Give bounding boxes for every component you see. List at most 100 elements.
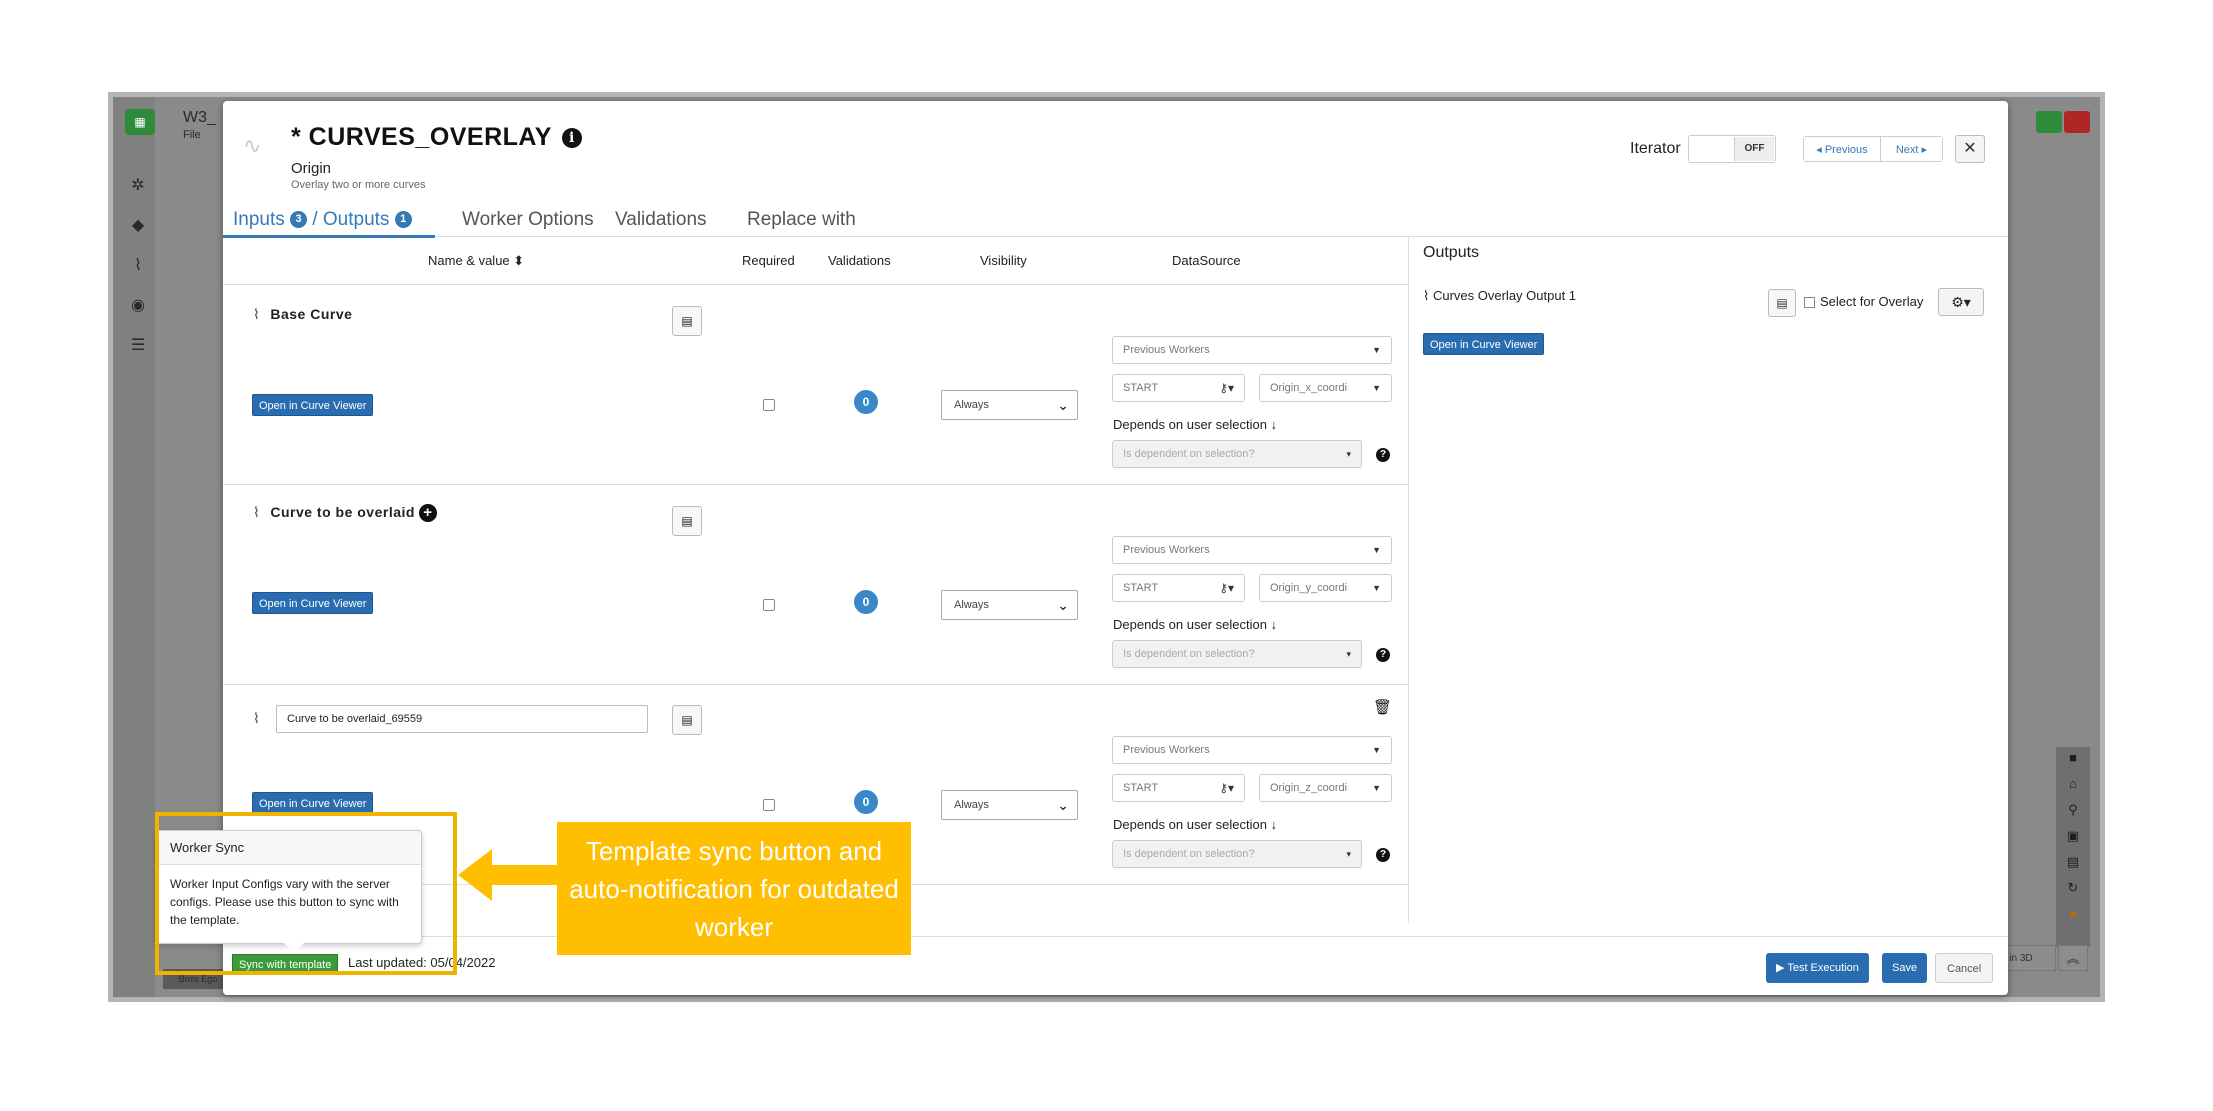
coordinate-label: Origin_y_coordi: [1270, 582, 1348, 594]
visibility-select[interactable]: Always ⌄: [941, 790, 1078, 820]
open-curve-viewer-button[interactable]: Open in Curve Viewer: [252, 394, 374, 416]
line-chart-icon: ⌇: [253, 710, 261, 726]
start-select[interactable]: START ⚷▾: [1112, 374, 1245, 402]
validation-count-badge[interactable]: 0: [854, 590, 878, 614]
start-select[interactable]: START ⚷▾: [1112, 774, 1245, 802]
key-icon: ⚷▾: [1219, 781, 1234, 795]
start-select[interactable]: START ⚷▾: [1112, 574, 1245, 602]
save-button[interactable]: Save: [1882, 953, 1928, 983]
chevron-down-icon: ⌄: [1057, 797, 1069, 813]
coordinate-select[interactable]: Origin_y_coordi ▼: [1259, 574, 1392, 602]
select-for-overlay-checkbox[interactable]: [1804, 297, 1815, 308]
callout-note: Template sync button and auto-notificati…: [557, 822, 911, 955]
open-curve-viewer-button[interactable]: Open in Curve Viewer: [252, 792, 374, 814]
curve-name-input[interactable]: Curve to be overlaid_69559: [276, 705, 648, 733]
dependent-select[interactable]: Is dependent on selection? ▾: [1112, 840, 1362, 868]
info-icon[interactable]: i: [561, 128, 582, 149]
start-label: START: [1123, 382, 1159, 394]
coordinate-select[interactable]: Origin_x_coordi ▼: [1259, 374, 1392, 402]
dependent-select[interactable]: Is dependent on selection? ▾: [1112, 440, 1362, 468]
previous-workers-select[interactable]: Previous Workers ▼: [1112, 736, 1392, 764]
collapse-up-icon: ︽: [2058, 945, 2088, 971]
header-visibility: Visibility: [980, 253, 1027, 268]
coordinate-label: Origin_x_coordi: [1270, 382, 1348, 394]
previous-workers-label: Previous Workers: [1123, 344, 1210, 356]
pin-icon: ⚲: [2068, 802, 2078, 817]
validation-count-badge[interactable]: 0: [854, 390, 878, 414]
previous-button[interactable]: ◂ Previous: [1804, 137, 1881, 161]
chat-icon: ●: [2069, 906, 2077, 921]
depends-on-selection-label: Depends on user selection ↓: [1113, 617, 1277, 632]
help-icon[interactable]: ?: [1376, 848, 1390, 862]
document-button[interactable]: ▤: [672, 506, 702, 536]
row-title-text: Curve to be overlaid: [270, 504, 415, 520]
outputs-count-badge: 1: [394, 211, 412, 229]
plus-circle-icon[interactable]: +: [418, 504, 437, 523]
depends-text: Depends on user selection: [1113, 817, 1267, 832]
visibility-select[interactable]: Always ⌄: [941, 390, 1078, 420]
briefcase-icon: ▣: [2066, 828, 2080, 843]
modal-description: Overlay two or more curves: [291, 179, 426, 191]
sliders-icon: ☰: [130, 337, 146, 354]
coordinate-label: Origin_z_coordi: [1270, 782, 1348, 794]
row-title: ⌇ Base Curve: [253, 306, 352, 323]
dependent-placeholder: Is dependent on selection?: [1123, 848, 1255, 860]
test-execution-button[interactable]: ▶ Test Execution: [1766, 953, 1869, 983]
required-checkbox[interactable]: [763, 399, 775, 411]
row-title-text: Base Curve: [270, 306, 353, 322]
coordinate-select[interactable]: Origin_z_coordi ▼: [1259, 774, 1392, 802]
dependent-select[interactable]: Is dependent on selection? ▾: [1112, 640, 1362, 668]
tab-outputs-label: / Outputs: [312, 209, 390, 230]
iterator-toggle[interactable]: OFF: [1688, 135, 1776, 163]
output-settings-button[interactable]: ⚙▾: [1938, 288, 1984, 316]
previous-workers-select[interactable]: Previous Workers ▼: [1112, 336, 1392, 364]
start-label: START: [1123, 782, 1159, 794]
refresh-icon: ↻: [2067, 880, 2079, 895]
iterator-label: Iterator: [1630, 140, 1681, 157]
output-item-label: Curves Overlay Output 1: [1432, 288, 1577, 303]
line-chart-icon: ⌇: [253, 504, 261, 520]
required-checkbox[interactable]: [763, 799, 775, 811]
required-checkbox[interactable]: [763, 599, 775, 611]
background-app-title: W3_: [183, 109, 216, 126]
dependent-placeholder: Is dependent on selection?: [1123, 648, 1255, 660]
tab-replace-with[interactable]: Replace with: [747, 209, 856, 231]
eye-icon: ◉: [131, 297, 145, 314]
document-button[interactable]: ▤: [672, 705, 702, 735]
document-button[interactable]: ▤: [672, 306, 702, 336]
output-open-curve-viewer-button[interactable]: Open in Curve Viewer: [1423, 333, 1545, 355]
help-icon[interactable]: ?: [1376, 648, 1390, 662]
tab-validations[interactable]: Validations: [615, 209, 707, 231]
visibility-select[interactable]: Always ⌄: [941, 590, 1078, 620]
cancel-button[interactable]: Cancel: [1935, 953, 1994, 983]
validation-count-badge[interactable]: 0: [854, 790, 878, 814]
outputs-title: Outputs: [1423, 244, 1480, 261]
chart-icon: ⌇: [134, 257, 142, 274]
output-document-button[interactable]: ▤: [1768, 289, 1796, 317]
previous-workers-select[interactable]: Previous Workers ▼: [1112, 536, 1392, 564]
line-chart-icon: ⌇: [1423, 288, 1433, 303]
header-required: Required: [742, 253, 795, 268]
visibility-value: Always: [954, 399, 989, 411]
row-curve-icon: ⌇: [253, 710, 270, 727]
callout-arrow-icon: [458, 849, 558, 901]
trash-icon[interactable]: 🗑: [1373, 698, 1392, 716]
pager: ◂ Previous Next ▸: [1803, 136, 1943, 162]
caret-down-icon: ▼: [1372, 383, 1381, 393]
open-curve-viewer-button[interactable]: Open in Curve Viewer: [252, 592, 374, 614]
chevron-down-icon: ⌄: [1057, 597, 1069, 613]
caret-down-icon: ▼: [1372, 545, 1381, 555]
header-divider: [223, 284, 1408, 285]
select-for-overlay-label: Select for Overlay: [1820, 294, 1924, 309]
close-button[interactable]: ✕: [1955, 135, 1985, 163]
modal-title: * CURVES_OVERLAY i: [291, 123, 582, 152]
header-validations: Validations: [828, 253, 891, 268]
caret-down-icon: ▼: [1372, 345, 1381, 355]
header-name-value[interactable]: Name & value ⬍: [428, 253, 524, 269]
tab-inputs-outputs[interactable]: Inputs 3 / Outputs 1: [233, 209, 412, 231]
tab-worker-options[interactable]: Worker Options: [462, 209, 594, 231]
gear-icon: ✲: [131, 177, 145, 194]
save-icon: [2036, 111, 2062, 133]
next-button[interactable]: Next ▸: [1880, 137, 1942, 161]
help-icon[interactable]: ?: [1376, 448, 1390, 462]
